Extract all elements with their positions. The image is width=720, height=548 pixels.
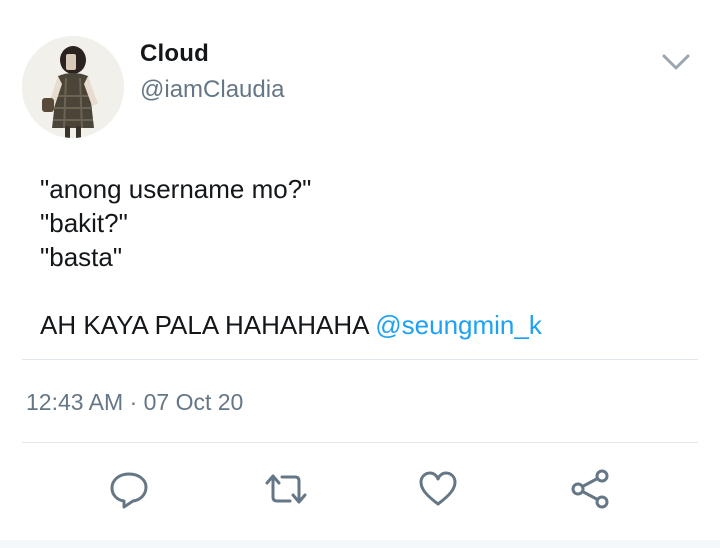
tweet-closing-text: AH KAYA PALA HAHAHAHA — [40, 310, 376, 340]
retweet-icon — [265, 474, 307, 504]
tweet-line: AH KAYA PALA HAHAHAHA @seungmin_k — [40, 308, 542, 342]
reply-button[interactable] — [105, 465, 153, 513]
display-name[interactable]: Cloud — [140, 40, 209, 68]
retweet-button[interactable] — [262, 465, 310, 513]
bottom-border — [0, 540, 720, 548]
more-options-button[interactable] — [660, 48, 692, 76]
tweet-line: "bakit?" — [40, 208, 128, 238]
reply-icon — [110, 472, 148, 509]
tweet-line: "basta" — [40, 242, 123, 272]
heart-icon — [419, 471, 457, 506]
tweet-text: "anong username mo?" "bakit?" "basta" AH… — [40, 172, 542, 342]
chevron-down-icon — [662, 54, 690, 70]
divider — [22, 359, 698, 360]
tweet-line: "anong username mo?" — [40, 174, 312, 204]
mention-link[interactable]: @seungmin_k — [375, 310, 542, 340]
tweet-timestamp[interactable]: 12:43 AM · 07 Oct 20 — [26, 389, 243, 416]
action-bar — [0, 465, 720, 515]
profile-photo-icon — [22, 36, 124, 138]
divider — [22, 442, 698, 443]
share-icon — [571, 469, 609, 509]
share-button[interactable] — [566, 465, 614, 513]
like-button[interactable] — [414, 465, 462, 513]
avatar[interactable] — [22, 36, 124, 138]
user-handle[interactable]: @iamClaudia — [140, 76, 284, 104]
